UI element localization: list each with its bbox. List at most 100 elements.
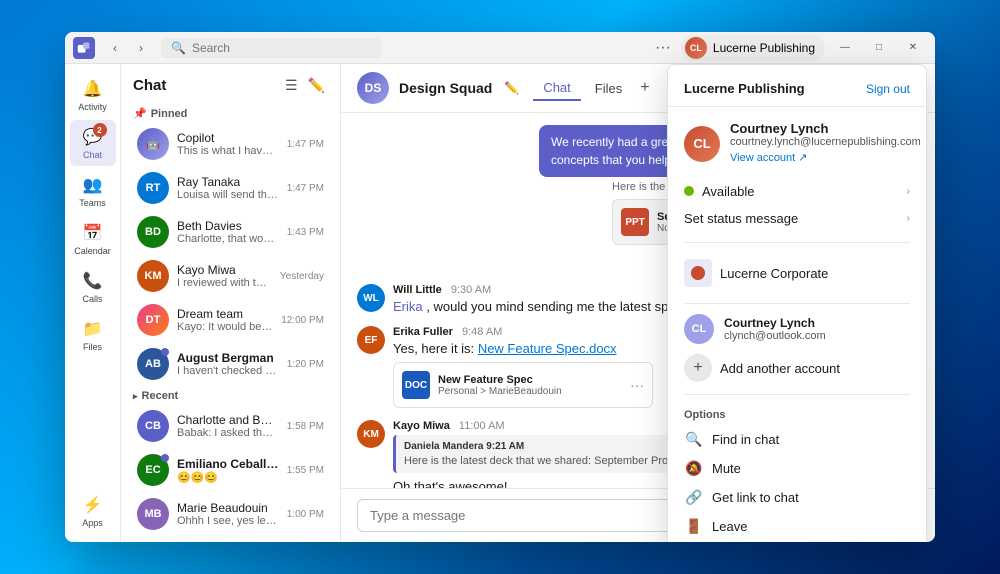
close-button[interactable]: ✕ — [899, 37, 927, 59]
sign-out-button[interactable]: Sign out — [866, 82, 910, 96]
dropdown-user-section: CL Courtney Lynch courtney.lynch@lucerne… — [668, 113, 926, 174]
ray-avatar: RT — [137, 172, 169, 204]
chat-item-emiliano[interactable]: EC Emiliano Ceballos 😊😊😊 1:55 PM — [125, 448, 336, 492]
more-options-button[interactable]: ··· — [651, 37, 675, 59]
erika-file-link[interactable]: New Feature Spec.docx — [478, 341, 617, 356]
sidebar-item-files[interactable]: 📁 Files — [70, 312, 116, 358]
get-link-item[interactable]: 🔗 Get link to chat — [684, 483, 910, 512]
file-more-spec[interactable]: ··· — [630, 377, 644, 393]
dropdown-user-info: Courtney Lynch courtney.lynch@lucernepub… — [730, 121, 921, 166]
dropdown-divider-1 — [684, 242, 910, 243]
add-tab-button[interactable]: + — [636, 76, 653, 101]
apps-icon: ⚡ — [82, 494, 104, 516]
secondary-user-info: Courtney Lynch clynch@outlook.com — [724, 316, 826, 342]
sidebar-label-calls: Calls — [82, 294, 102, 304]
kayo-avatar: KM — [137, 260, 169, 292]
beth-preview: Charlotte, that would be nice. — [177, 233, 279, 245]
erika-sender: Erika Fuller — [393, 326, 453, 338]
sidebar-item-apps[interactable]: ⚡ Apps — [70, 488, 116, 534]
kayo-name: Kayo Miwa — [177, 263, 272, 277]
set-status-label: Set status message — [684, 211, 798, 226]
title-bar: ‹ › 🔍 ··· CL Lucerne Publishing — □ ✕ — [65, 32, 935, 64]
chat-item-copilot[interactable]: 🤖 Copilot This is what I have on the lat… — [125, 122, 336, 166]
marie-time: 1:00 PM — [287, 509, 324, 520]
copilot-name: Copilot — [177, 131, 279, 145]
status-available-button[interactable]: Available › — [684, 178, 910, 205]
chat-item-marie[interactable]: MB Marie Beaudouin Ohhh I see, yes let m… — [125, 492, 336, 536]
dropdown-header: Lucerne Publishing Sign out — [668, 77, 926, 107]
chat-item-kayo[interactable]: KM Kayo Miwa I reviewed with the client … — [125, 254, 336, 298]
kayo-msg-avatar: KM — [357, 420, 385, 448]
tab-chat[interactable]: Chat — [533, 76, 580, 101]
add-account-item[interactable]: + Add another account — [668, 348, 926, 388]
chat-item-beth[interactable]: BD Beth Davies Charlotte, that would be … — [125, 210, 336, 254]
dropdown-status-section: Available › Set status message › — [668, 174, 926, 236]
recent-section-label[interactable]: Recent — [121, 386, 340, 404]
sidebar-item-chat[interactable]: 💬 2 Chat — [70, 120, 116, 166]
file-info-spec: New Feature Spec Personal > MarieBeaudou… — [438, 374, 622, 397]
august-preview: I haven't checked available time... — [177, 365, 279, 377]
leave-item[interactable]: 🚪 Leave — [684, 512, 910, 541]
search-input[interactable] — [192, 41, 362, 55]
chat-item-august[interactable]: AB August Bergman I haven't checked avai… — [125, 342, 336, 386]
ray-preview: Louisa will send the initial list of... — [177, 189, 279, 201]
sidebar: 🔔 Activity 💬 2 Chat 👥 Teams 📅 Calendar 📞 — [65, 64, 121, 542]
sidebar-label-activity: Activity — [78, 102, 107, 112]
sidebar-item-teams[interactable]: 👥 Teams — [70, 168, 116, 214]
filter-button[interactable]: ☰ — [282, 74, 301, 97]
pin-icon: 📌 — [133, 107, 147, 120]
leave-label: Leave — [712, 519, 747, 534]
app-window: ‹ › 🔍 ··· CL Lucerne Publishing — □ ✕ 🔔 — [65, 32, 935, 542]
find-in-chat-item[interactable]: 🔍 Find in chat — [684, 425, 910, 454]
kayo-info: Kayo Miwa I reviewed with the client on.… — [177, 263, 272, 289]
maximize-button[interactable]: □ — [865, 37, 893, 59]
will-time: 9:30 AM — [451, 284, 491, 296]
org-switch-item[interactable]: Lucerne Corporate — [684, 253, 910, 293]
emiliano-name: Emiliano Ceballos — [177, 457, 279, 471]
dropdown-secondary-user[interactable]: CL Courtney Lynch clynch@outlook.com — [668, 310, 926, 348]
sidebar-item-calls[interactable]: 📞 Calls — [70, 264, 116, 310]
dropdown-user-avatar: CL — [684, 126, 720, 162]
charlotte-info: Charlotte and Babak Babak: I asked the c… — [177, 413, 279, 439]
mute-item[interactable]: 🔕 Mute — [684, 454, 910, 483]
user-avatar-small: CL — [685, 37, 707, 59]
unread-dot-emiliano — [161, 454, 169, 462]
dropdown-options: Options 🔍 Find in chat 🔕 Mute 🔗 Get link… — [668, 401, 926, 542]
secondary-user-email: clynch@outlook.com — [724, 330, 826, 342]
chat-badge: 2 — [93, 123, 107, 137]
august-avatar: AB — [137, 348, 169, 380]
sidebar-item-calendar[interactable]: 📅 Calendar — [70, 216, 116, 262]
add-account-label: Add another account — [720, 361, 840, 376]
set-status-button[interactable]: Set status message › — [684, 205, 910, 232]
view-account-button[interactable]: View account ↗ — [730, 151, 808, 164]
back-button[interactable]: ‹ — [103, 36, 127, 60]
chat-item-oscar[interactable]: OK Oscar Krogh You: Thanks! Have a nice … — [125, 536, 336, 542]
tab-files[interactable]: Files — [585, 76, 632, 101]
sidebar-label-files: Files — [83, 342, 102, 352]
dropdown-user-email: courtney.lynch@lucernepublishing.com — [730, 136, 921, 148]
teams-icon: 👥 — [82, 174, 104, 196]
chat-item-charlotte[interactable]: CB Charlotte and Babak Babak: I asked th… — [125, 404, 336, 448]
find-in-chat-label: Find in chat — [712, 432, 779, 447]
dream-team-info: Dream team Kayo: It would be great to sy… — [177, 307, 273, 333]
copilot-avatar: 🤖 — [137, 128, 169, 160]
mute-icon: 🔕 — [684, 460, 704, 477]
marie-name: Marie Beaudouin — [177, 501, 279, 515]
sidebar-item-activity[interactable]: 🔔 Activity — [70, 72, 116, 118]
beth-name: Beth Davies — [177, 219, 279, 233]
charlotte-name: Charlotte and Babak — [177, 413, 279, 427]
forward-button[interactable]: › — [129, 36, 153, 60]
edit-title-icon[interactable]: ✏️ — [504, 81, 519, 95]
add-account-icon: + — [684, 354, 712, 382]
new-chat-button[interactable]: ✏️ — [305, 74, 328, 97]
minimize-button[interactable]: — — [831, 37, 859, 59]
chat-item-dream-team[interactable]: DT Dream team Kayo: It would be great to… — [125, 298, 336, 342]
title-bar-right: ··· CL Lucerne Publishing — □ ✕ — [651, 35, 927, 61]
secondary-user-avatar: CL — [684, 314, 714, 344]
chat-item-ray[interactable]: RT Ray Tanaka Louisa will send the initi… — [125, 166, 336, 210]
sidebar-label-teams: Teams — [79, 198, 106, 208]
dream-team-name: Dream team — [177, 307, 273, 321]
marie-avatar: MB — [137, 498, 169, 530]
charlotte-avatar: CB — [137, 410, 169, 442]
user-pill[interactable]: CL Lucerne Publishing — [681, 35, 825, 61]
